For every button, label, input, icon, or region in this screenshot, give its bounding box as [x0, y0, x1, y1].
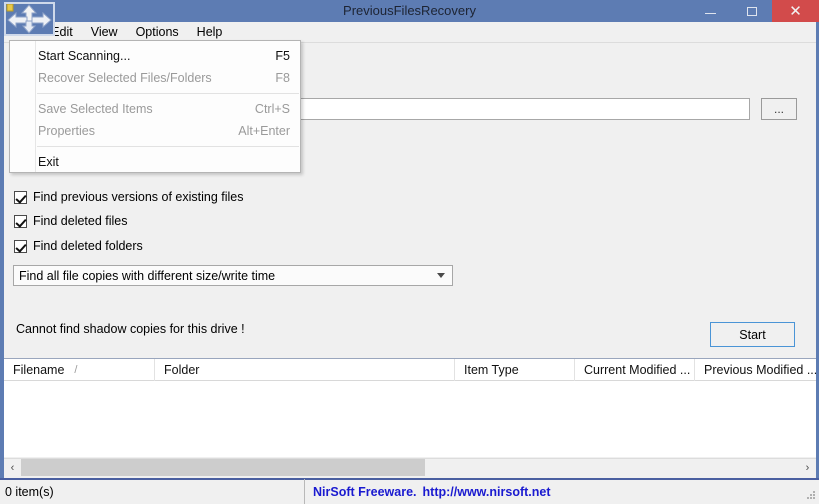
menu-item-shortcut: Alt+Enter [238, 124, 290, 138]
checkbox-icon [14, 214, 27, 228]
scan-filter-select[interactable]: Find all file copies with different size… [13, 265, 453, 286]
menu-item-label: Properties [38, 124, 95, 138]
window-controls: ✕ [690, 0, 819, 22]
checkbox-label: Find deleted folders [33, 239, 143, 253]
recovery-arrows-icon [6, 4, 52, 34]
scroll-left-icon[interactable]: ‹ [4, 459, 21, 476]
checkbox-label: Find deleted files [33, 214, 128, 228]
menu-item-start-scanning[interactable]: Start Scanning... F5 [10, 45, 300, 67]
column-label: Previous Modified ... [704, 363, 816, 377]
start-button[interactable]: Start [710, 322, 795, 347]
shadow-copy-status-message: Cannot find shadow copies for this drive… [16, 322, 245, 336]
menu-item-label: Save Selected Items [38, 102, 153, 116]
menu-item-label: Recover Selected Files/Folders [38, 71, 212, 85]
menu-item-exit[interactable]: Exit [10, 151, 300, 173]
column-header-previous-modified[interactable]: Previous Modified ... [695, 359, 816, 381]
results-list-rows[interactable] [4, 381, 816, 457]
title-bar[interactable]: PreviousFilesRecovery ✕ [0, 0, 819, 22]
checkbox-icon [14, 190, 27, 204]
checkbox-find-deleted-files[interactable]: Find deleted files [14, 214, 128, 228]
nirsoft-url-link[interactable]: http://www.nirsoft.net [423, 485, 551, 499]
column-label: Folder [164, 363, 200, 377]
minimize-button[interactable] [690, 0, 731, 22]
results-list-header: Filename / Folder Item Type Current Modi… [4, 359, 816, 381]
status-bar: 0 item(s) NirSoft Freeware. http://www.n… [0, 478, 819, 504]
checkbox-icon [14, 239, 27, 253]
checkbox-label: Find previous versions of existing files [33, 190, 244, 204]
app-icon-overlay [4, 2, 55, 36]
menu-item-shortcut: F5 [275, 49, 290, 63]
menu-separator [37, 146, 299, 147]
minimize-icon [705, 13, 716, 14]
scroll-right-icon[interactable]: › [799, 459, 816, 476]
column-label: Item Type [464, 363, 519, 377]
horizontal-scrollbar[interactable]: ‹ › [4, 458, 816, 476]
nirsoft-credit-label: NirSoft Freeware. [313, 485, 417, 499]
chevron-down-icon [437, 273, 445, 278]
results-list: Filename / Folder Item Type Current Modi… [4, 358, 816, 457]
column-header-current-modified[interactable]: Current Modified ... [575, 359, 695, 381]
menu-options[interactable]: Options [127, 22, 188, 42]
scrollbar-thumb[interactable] [21, 459, 425, 476]
menu-help[interactable]: Help [188, 22, 232, 42]
credit-pane: NirSoft Freeware. http://www.nirsoft.net [305, 479, 819, 504]
close-button[interactable]: ✕ [772, 0, 819, 22]
close-icon: ✕ [789, 2, 802, 20]
menu-bar: File Edit View Options Help [4, 22, 816, 42]
menu-item-label: Exit [38, 155, 59, 169]
column-label: Filename [13, 363, 65, 377]
checkbox-find-deleted-folders[interactable]: Find deleted folders [14, 239, 143, 253]
column-header-folder[interactable]: Folder [155, 359, 455, 381]
menu-item-shortcut: F8 [275, 71, 290, 85]
menu-item-shortcut: Ctrl+S [254, 102, 290, 116]
menu-view[interactable]: View [82, 22, 127, 42]
item-count-label: 0 item(s) [5, 485, 54, 499]
window-border-left [0, 22, 4, 481]
scrollbar-track[interactable] [21, 459, 799, 476]
column-header-filename[interactable]: Filename / [4, 359, 155, 381]
menu-item-label: Start Scanning... [38, 49, 131, 63]
maximize-button[interactable] [731, 0, 772, 22]
resize-grip-icon[interactable] [806, 491, 816, 501]
column-label: Current Modified ... [584, 363, 691, 377]
menu-item-save-selected[interactable]: Save Selected Items Ctrl+S [10, 98, 300, 120]
maximize-icon [746, 6, 757, 16]
menu-item-properties[interactable]: Properties Alt+Enter [10, 120, 300, 142]
application-window: SOFTPEDIA ˇ PreviousFilesRecovery ✕ File… [0, 0, 819, 504]
column-header-item-type[interactable]: Item Type [455, 359, 575, 381]
menu-separator [37, 93, 299, 94]
menu-item-recover-selected[interactable]: Recover Selected Files/Folders F8 [10, 67, 300, 89]
checkbox-find-previous-versions[interactable]: Find previous versions of existing files [14, 190, 244, 204]
sort-ascending-icon: / [74, 364, 78, 376]
item-count-pane: 0 item(s) [0, 479, 305, 504]
browse-button[interactable]: ... [761, 98, 797, 120]
file-menu-dropdown: Start Scanning... F5 Recover Selected Fi… [9, 40, 301, 173]
scan-filter-value: Find all file copies with different size… [19, 268, 276, 283]
